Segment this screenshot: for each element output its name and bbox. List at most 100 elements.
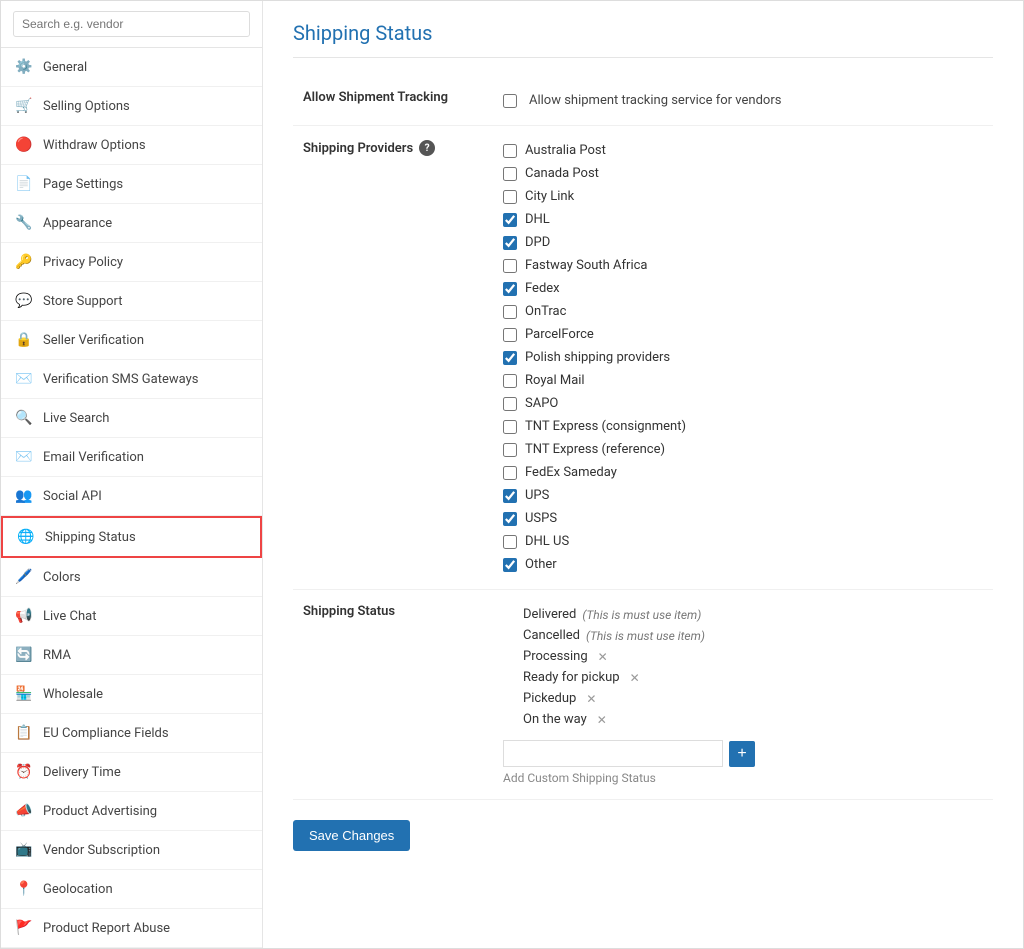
sidebar-item-product-advertising[interactable]: 📣 Product Advertising	[1, 792, 262, 831]
provider-row: Fastway South Africa	[503, 255, 983, 276]
status-name: Ready for pickup	[523, 670, 620, 685]
sidebar-item-label: Live Chat	[43, 609, 96, 624]
sidebar-item-rma[interactable]: 🔄 RMA	[1, 636, 262, 675]
allow-shipment-tracking-label: Allow Shipment Tracking	[293, 76, 493, 126]
sidebar-item-label: Shipping Status	[45, 530, 136, 545]
provider-name: Royal Mail	[525, 373, 585, 388]
provider-row: Other	[503, 554, 983, 575]
sidebar-item-withdraw-options[interactable]: 🔴 Withdraw Options	[1, 126, 262, 165]
sidebar-item-product-report-abuse[interactable]: 🚩 Product Report Abuse	[1, 909, 262, 948]
custom-status-input[interactable]	[503, 740, 723, 767]
sidebar-item-label: Colors	[43, 570, 81, 585]
provider-name: UPS	[525, 488, 549, 503]
provider-checkbox[interactable]	[503, 466, 517, 480]
provider-checkbox[interactable]	[503, 420, 517, 434]
provider-checkbox[interactable]	[503, 328, 517, 342]
status-name: On the way	[523, 712, 587, 727]
save-changes-button[interactable]: Save Changes	[293, 820, 410, 851]
sidebar-item-shipping-status[interactable]: 🌐 Shipping Status	[1, 516, 262, 558]
provider-name: Canada Post	[525, 166, 599, 181]
sidebar-item-label: Selling Options	[43, 99, 130, 114]
provider-checkbox[interactable]	[503, 236, 517, 250]
sidebar-item-label: General	[43, 60, 87, 75]
status-list-item: Delivered (This is must use item)	[523, 604, 983, 625]
provider-checkbox[interactable]	[503, 397, 517, 411]
sidebar-item-verification-sms[interactable]: ✉️ Verification SMS Gateways	[1, 360, 262, 399]
provider-row: USPS	[503, 508, 983, 529]
social-icon: 👥	[15, 487, 33, 505]
privacy-icon: 🔑	[15, 253, 33, 271]
sidebar-item-live-chat[interactable]: 📢 Live Chat	[1, 597, 262, 636]
status-remove-button[interactable]: ✕	[586, 692, 596, 706]
provider-checkbox[interactable]	[503, 535, 517, 549]
provider-row: TNT Express (consignment)	[503, 416, 983, 437]
seller-icon: 🔒	[15, 331, 33, 349]
provider-checkbox[interactable]	[503, 167, 517, 181]
sidebar-search-input[interactable]	[13, 11, 250, 37]
provider-row: DHL	[503, 209, 983, 230]
chat-icon: 📢	[15, 607, 33, 625]
search-icon: 🔍	[15, 409, 33, 427]
sidebar-search-container	[1, 1, 262, 48]
status-remove-button[interactable]: ✕	[630, 671, 640, 685]
provider-checkbox[interactable]	[503, 558, 517, 572]
allow-shipment-tracking-text: Allow shipment tracking service for vend…	[529, 93, 781, 108]
sidebar-item-label: Page Settings	[43, 177, 123, 192]
provider-row: TNT Express (reference)	[503, 439, 983, 460]
sms-icon: ✉️	[15, 370, 33, 388]
sidebar-item-label: Live Search	[43, 411, 109, 426]
sidebar-item-page-settings[interactable]: 📄 Page Settings	[1, 165, 262, 204]
main-content: Shipping Status Allow Shipment Tracking …	[263, 1, 1023, 948]
sidebar-item-selling-options[interactable]: 🛒 Selling Options	[1, 87, 262, 126]
gear-icon: ⚙️	[15, 58, 33, 76]
vendor-icon: 📺	[15, 841, 33, 859]
provider-row: DPD	[503, 232, 983, 253]
sidebar-item-eu-compliance[interactable]: 📋 EU Compliance Fields	[1, 714, 262, 753]
sidebar-item-geolocation[interactable]: 📍 Geolocation	[1, 870, 262, 909]
sidebar-item-email-verification[interactable]: ✉️ Email Verification	[1, 438, 262, 477]
allow-shipment-tracking-checkbox[interactable]	[503, 94, 517, 108]
sidebar-item-appearance[interactable]: 🔧 Appearance	[1, 204, 262, 243]
provider-checkbox[interactable]	[503, 190, 517, 204]
sidebar-item-label: EU Compliance Fields	[43, 726, 169, 741]
sidebar-item-wholesale[interactable]: 🏪 Wholesale	[1, 675, 262, 714]
status-must-label: (This is must use item)	[582, 608, 701, 622]
status-list-item: Cancelled (This is must use item)	[523, 625, 983, 646]
provider-name: SAPO	[525, 396, 558, 411]
sidebar-item-live-search[interactable]: 🔍 Live Search	[1, 399, 262, 438]
add-status-button[interactable]: +	[729, 741, 755, 767]
withdraw-icon: 🔴	[15, 136, 33, 154]
sidebar-item-vendor-subscription[interactable]: 📺 Vendor Subscription	[1, 831, 262, 870]
provider-checkbox[interactable]	[503, 374, 517, 388]
provider-checkbox[interactable]	[503, 144, 517, 158]
sidebar-item-label: Product Report Abuse	[43, 921, 170, 936]
provider-checkbox[interactable]	[503, 489, 517, 503]
shipping-providers-help-icon[interactable]: ?	[419, 140, 435, 156]
provider-checkbox[interactable]	[503, 512, 517, 526]
sidebar-item-store-support[interactable]: 💬 Store Support	[1, 282, 262, 321]
provider-checkbox[interactable]	[503, 282, 517, 296]
sidebar-item-seller-verification[interactable]: 🔒 Seller Verification	[1, 321, 262, 360]
appearance-icon: 🔧	[15, 214, 33, 232]
provider-checkbox[interactable]	[503, 305, 517, 319]
provider-checkbox[interactable]	[503, 351, 517, 365]
sidebar-item-colors[interactable]: 🖊️ Colors	[1, 558, 262, 597]
provider-row: SAPO	[503, 393, 983, 414]
provider-name: USPS	[525, 511, 557, 526]
shipping-status-row: Shipping Status Delivered (This is must …	[293, 590, 993, 800]
sidebar-item-general[interactable]: ⚙️ General	[1, 48, 262, 87]
provider-name: Fedex	[525, 281, 560, 296]
allow-shipment-tracking-row: Allow Shipment Tracking Allow shipment t…	[293, 76, 993, 126]
sidebar-item-social-api[interactable]: 👥 Social API	[1, 477, 262, 516]
provider-checkbox[interactable]	[503, 259, 517, 273]
status-remove-button[interactable]: ✕	[598, 650, 608, 664]
shipping-providers-row: Shipping Providers ? Australia Post Cana…	[293, 126, 993, 590]
provider-checkbox[interactable]	[503, 213, 517, 227]
sidebar-item-privacy-policy[interactable]: 🔑 Privacy Policy	[1, 243, 262, 282]
sidebar-item-delivery-time[interactable]: ⏰ Delivery Time	[1, 753, 262, 792]
shipping-providers-label-container: Shipping Providers ?	[303, 140, 473, 156]
status-remove-button[interactable]: ✕	[597, 713, 607, 727]
provider-checkbox[interactable]	[503, 443, 517, 457]
settings-table: Allow Shipment Tracking Allow shipment t…	[293, 76, 993, 800]
status-name: Pickedup	[523, 691, 576, 706]
